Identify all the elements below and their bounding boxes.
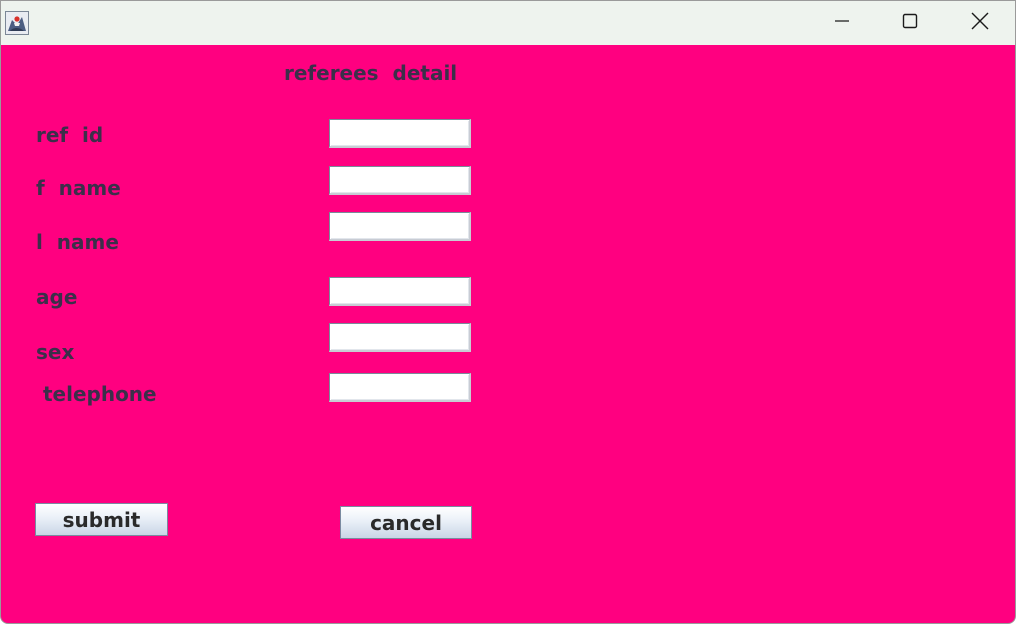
last-name-input[interactable] (329, 212, 471, 241)
submit-button[interactable]: submit (35, 503, 168, 536)
sex-input[interactable] (329, 323, 471, 352)
title-bar[interactable] (1, 1, 1015, 45)
ref-id-input[interactable] (329, 119, 471, 148)
java-app-icon (5, 11, 29, 35)
app-window: referees detail ref id f name l name age… (0, 0, 1016, 624)
close-button[interactable] (947, 1, 1013, 45)
sex-label: sex (36, 340, 75, 364)
minimize-icon (834, 13, 850, 33)
last-name-label: l name (36, 230, 119, 254)
ref-id-label: ref id (36, 123, 104, 147)
age-label: age (36, 285, 78, 309)
cancel-button[interactable]: cancel (340, 506, 472, 539)
maximize-button[interactable] (877, 1, 943, 45)
form-panel: referees detail ref id f name l name age… (1, 45, 1015, 623)
maximize-icon (902, 13, 918, 33)
age-input[interactable] (329, 277, 471, 306)
form-title: referees detail (284, 61, 458, 85)
close-icon (971, 12, 989, 34)
first-name-label: f name (36, 176, 121, 200)
telephone-input[interactable] (329, 373, 471, 402)
first-name-input[interactable] (329, 166, 471, 195)
minimize-button[interactable] (809, 1, 875, 45)
telephone-label: telephone (36, 382, 157, 406)
